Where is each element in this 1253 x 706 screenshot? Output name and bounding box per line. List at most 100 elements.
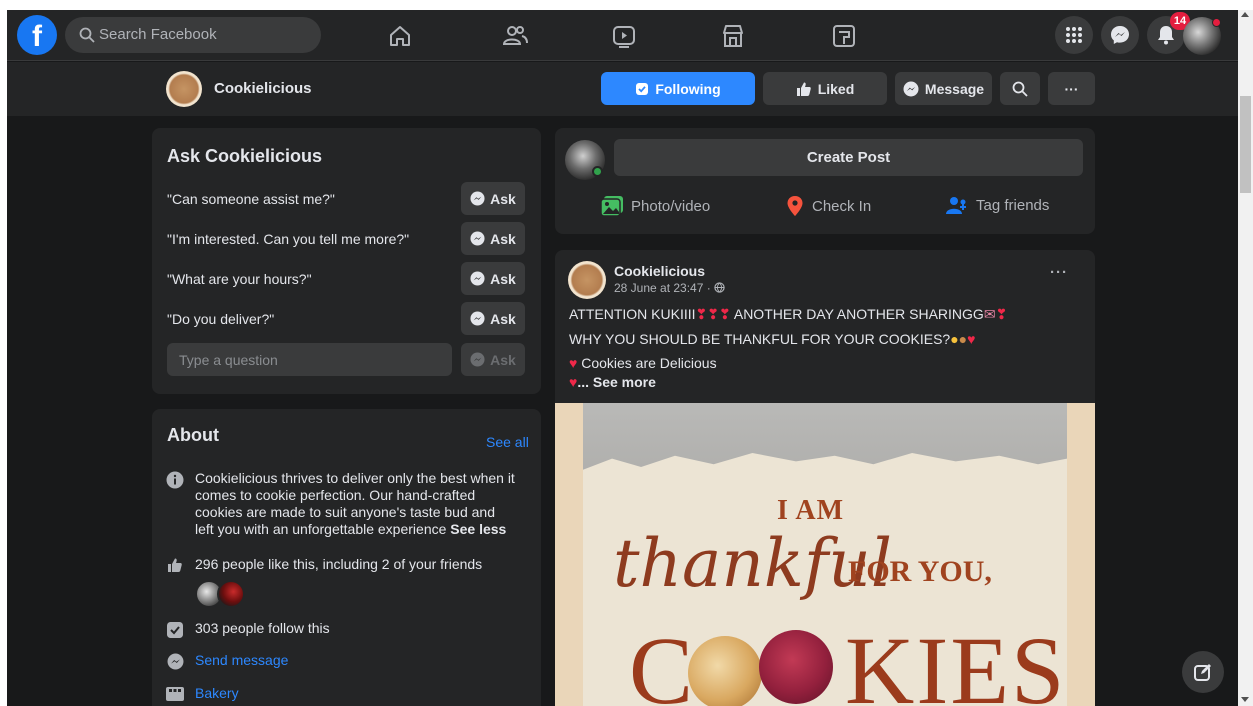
ask-question: "I'm interested. Can you tell me more?" — [167, 231, 410, 247]
top-navigation: f Search Facebook 14 — [7, 10, 1238, 61]
location-pin-icon — [787, 196, 803, 216]
ask-card: Ask Cookielicious "Can someone assist me… — [152, 128, 541, 394]
ask-button[interactable]: Ask — [461, 222, 525, 255]
post-text-segment: ATTENTION KUKIIII — [569, 306, 696, 322]
following-button[interactable]: Following — [601, 72, 755, 105]
friend-avatar[interactable] — [217, 580, 245, 608]
about-message-row: Send message — [166, 652, 288, 670]
post-text-line: WHY YOU SHOULD BE THANKFUL FOR YOUR COOK… — [569, 331, 975, 347]
post-card: Cookielicious 28 June at 23:47 · ··· ATT… — [555, 250, 1095, 706]
friends-icon[interactable] — [501, 22, 529, 50]
tag-friends-icon — [946, 197, 966, 214]
messenger-icon — [470, 352, 485, 367]
see-more-label: ... See more — [577, 374, 656, 390]
photo-video-button[interactable]: Photo/video — [601, 196, 710, 216]
create-post-button[interactable]: Create Post — [614, 139, 1083, 176]
scroll-up-arrow-icon[interactable] — [1241, 12, 1249, 17]
image-border-right — [1067, 403, 1095, 706]
new-message-button[interactable] — [1182, 651, 1224, 693]
ask-button[interactable]: Ask — [461, 262, 525, 295]
ask-question: "What are your hours?" — [167, 271, 312, 287]
post-timestamp[interactable]: 28 June at 23:47 · — [614, 281, 725, 295]
more-dots-icon: ··· — [1064, 80, 1079, 97]
category-icon — [166, 687, 184, 701]
liked-button[interactable]: Liked — [763, 72, 887, 105]
messenger-icon — [1111, 26, 1129, 44]
ask-button[interactable]: Ask — [461, 302, 525, 335]
scroll-thumb[interactable] — [1240, 96, 1251, 193]
image-border-left — [555, 403, 583, 706]
heart-emoji-icon: ❣ — [995, 306, 1008, 322]
messenger-button[interactable] — [1101, 16, 1139, 54]
ask-button[interactable]: Ask — [461, 182, 525, 215]
more-options-button[interactable]: ··· — [1048, 72, 1095, 105]
post-time-text: 28 June at 23:47 · — [614, 281, 715, 295]
post-author-name[interactable]: Cookielicious — [614, 263, 705, 279]
scroll-down-arrow-icon[interactable] — [1241, 697, 1249, 702]
heart-emoji-icon: ❣❣❣ — [695, 306, 731, 322]
account-alert-dot — [1212, 18, 1221, 27]
image-text-for-you: FOR YOU, — [848, 555, 992, 588]
ask-question-input[interactable]: Type a question — [167, 343, 452, 376]
search-icon — [79, 27, 95, 43]
ask-input-placeholder: Type a question — [179, 352, 278, 368]
grid-menu-icon — [1066, 27, 1082, 43]
page-header-bar: Cookielicious Following Liked Message ··… — [7, 62, 1238, 116]
about-title: About — [167, 425, 219, 445]
love-letter-emoji-icon: ✉ — [983, 306, 996, 322]
photo-icon — [601, 196, 623, 216]
messenger-icon — [470, 191, 485, 206]
ask-button-label: Ask — [490, 310, 516, 327]
about-card: About See all Cookielicious thrives to d… — [152, 409, 541, 706]
chocolate-chip-cookie-image — [688, 636, 762, 706]
likes-count-text: 296 people like this, including 2 of you… — [195, 556, 483, 572]
ask-question: "Can someone assist me?" — [167, 191, 335, 207]
marketplace-icon[interactable] — [719, 22, 747, 50]
watch-icon[interactable] — [610, 22, 638, 50]
thumbs-up-icon — [796, 82, 811, 96]
search-input[interactable]: Search Facebook — [65, 17, 321, 53]
cookie-emoji-icon: ● — [958, 331, 968, 347]
page-search-button[interactable] — [1000, 72, 1040, 105]
see-less-link[interactable]: See less — [450, 521, 506, 537]
image-text-c: C — [629, 617, 696, 706]
page-avatar[interactable] — [166, 71, 202, 107]
public-globe-icon — [714, 282, 725, 293]
page-title[interactable]: Cookielicious — [214, 80, 312, 97]
facebook-logo-icon[interactable]: f — [17, 15, 57, 55]
about-likes-row: 296 people like this, including 2 of you… — [166, 556, 482, 573]
heart-emoji-icon: ♥ — [967, 331, 976, 347]
post-options-button[interactable]: ··· — [1050, 264, 1068, 281]
menu-button[interactable] — [1055, 16, 1093, 54]
see-all-link[interactable]: See all — [486, 434, 529, 450]
red-velvet-cookie-image — [759, 630, 833, 704]
thumbs-up-icon — [168, 558, 182, 572]
tag-friends-button[interactable]: Tag friends — [946, 196, 1049, 214]
about-description-row: Cookielicious thrives to deliver only th… — [166, 470, 526, 538]
category-link[interactable]: Bakery — [195, 685, 239, 702]
page-scrollbar[interactable] — [1238, 10, 1253, 706]
liked-label: Liked — [817, 80, 855, 97]
messenger-icon — [903, 81, 919, 96]
home-icon[interactable] — [386, 22, 414, 50]
ask-submit-button[interactable]: Ask — [461, 343, 525, 376]
follow-check-icon — [167, 622, 183, 638]
check-in-button[interactable]: Check In — [786, 196, 871, 216]
tag-friends-label: Tag friends — [976, 196, 1050, 214]
follow-count-text: 303 people follow this — [195, 620, 330, 636]
ask-button-label: Ask — [490, 190, 516, 207]
gaming-icon[interactable] — [830, 22, 858, 50]
post-author-avatar[interactable] — [568, 261, 606, 299]
see-more-link[interactable]: ♥... See more — [569, 374, 656, 390]
ask-title: Ask Cookielicious — [167, 146, 323, 166]
send-message-link[interactable]: Send message — [195, 652, 288, 669]
message-label: Message — [924, 80, 985, 97]
following-label: Following — [655, 80, 721, 97]
about-follow-row: 303 people follow this — [166, 620, 330, 639]
search-icon — [1012, 81, 1028, 97]
message-button[interactable]: Message — [895, 72, 992, 105]
messenger-icon — [470, 271, 485, 286]
post-image[interactable]: I AM thankful FOR YOU, C KIES — [555, 403, 1095, 706]
image-text-kies: KIES — [845, 617, 1067, 706]
ask-button-label: Ask — [490, 351, 516, 368]
